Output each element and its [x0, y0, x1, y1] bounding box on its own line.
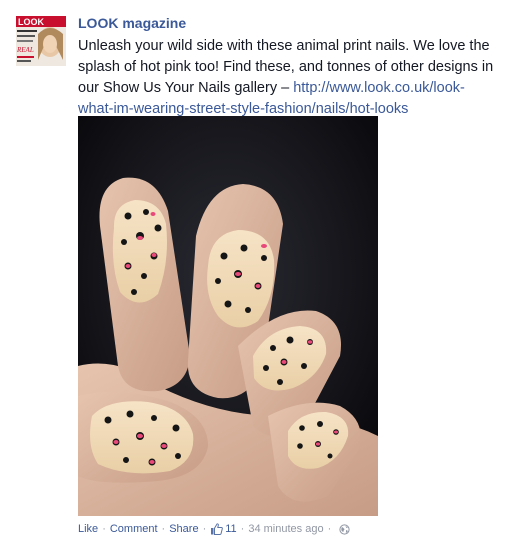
nail-index	[112, 200, 167, 303]
post-timestamp[interactable]: 34 minutes ago	[248, 523, 323, 535]
comment-link[interactable]: Comment	[110, 523, 158, 535]
separator: ·	[240, 523, 245, 535]
globe-icon[interactable]	[339, 523, 350, 535]
thumbs-up-icon	[211, 523, 224, 535]
post-actions-bar: Like · Comment · Share · 11 · 34 minutes…	[78, 523, 350, 535]
like-link[interactable]: Like	[78, 523, 98, 535]
post-author-link[interactable]: LOOK magazine	[78, 15, 186, 31]
separator: ·	[102, 523, 106, 535]
post-message: Unleash your wild side with these animal…	[78, 36, 498, 120]
separator: ·	[161, 523, 166, 535]
share-link[interactable]: Share	[169, 523, 198, 535]
svg-text:REAL: REAL	[16, 46, 34, 54]
feed-story: LOOK REAL LOOK magazine Unleash your wil…	[0, 0, 509, 558]
magazine-cover-thumbnail: LOOK REAL	[16, 16, 66, 66]
like-count[interactable]: 11	[210, 523, 237, 535]
post-photo[interactable]	[78, 116, 378, 516]
like-count-number: 11	[225, 523, 237, 535]
separator: ·	[202, 523, 207, 535]
page-avatar[interactable]: LOOK REAL	[16, 16, 66, 66]
svg-text:LOOK: LOOK	[18, 17, 44, 27]
leopard-print-nails-photo	[78, 116, 378, 516]
separator: ·	[327, 523, 332, 535]
